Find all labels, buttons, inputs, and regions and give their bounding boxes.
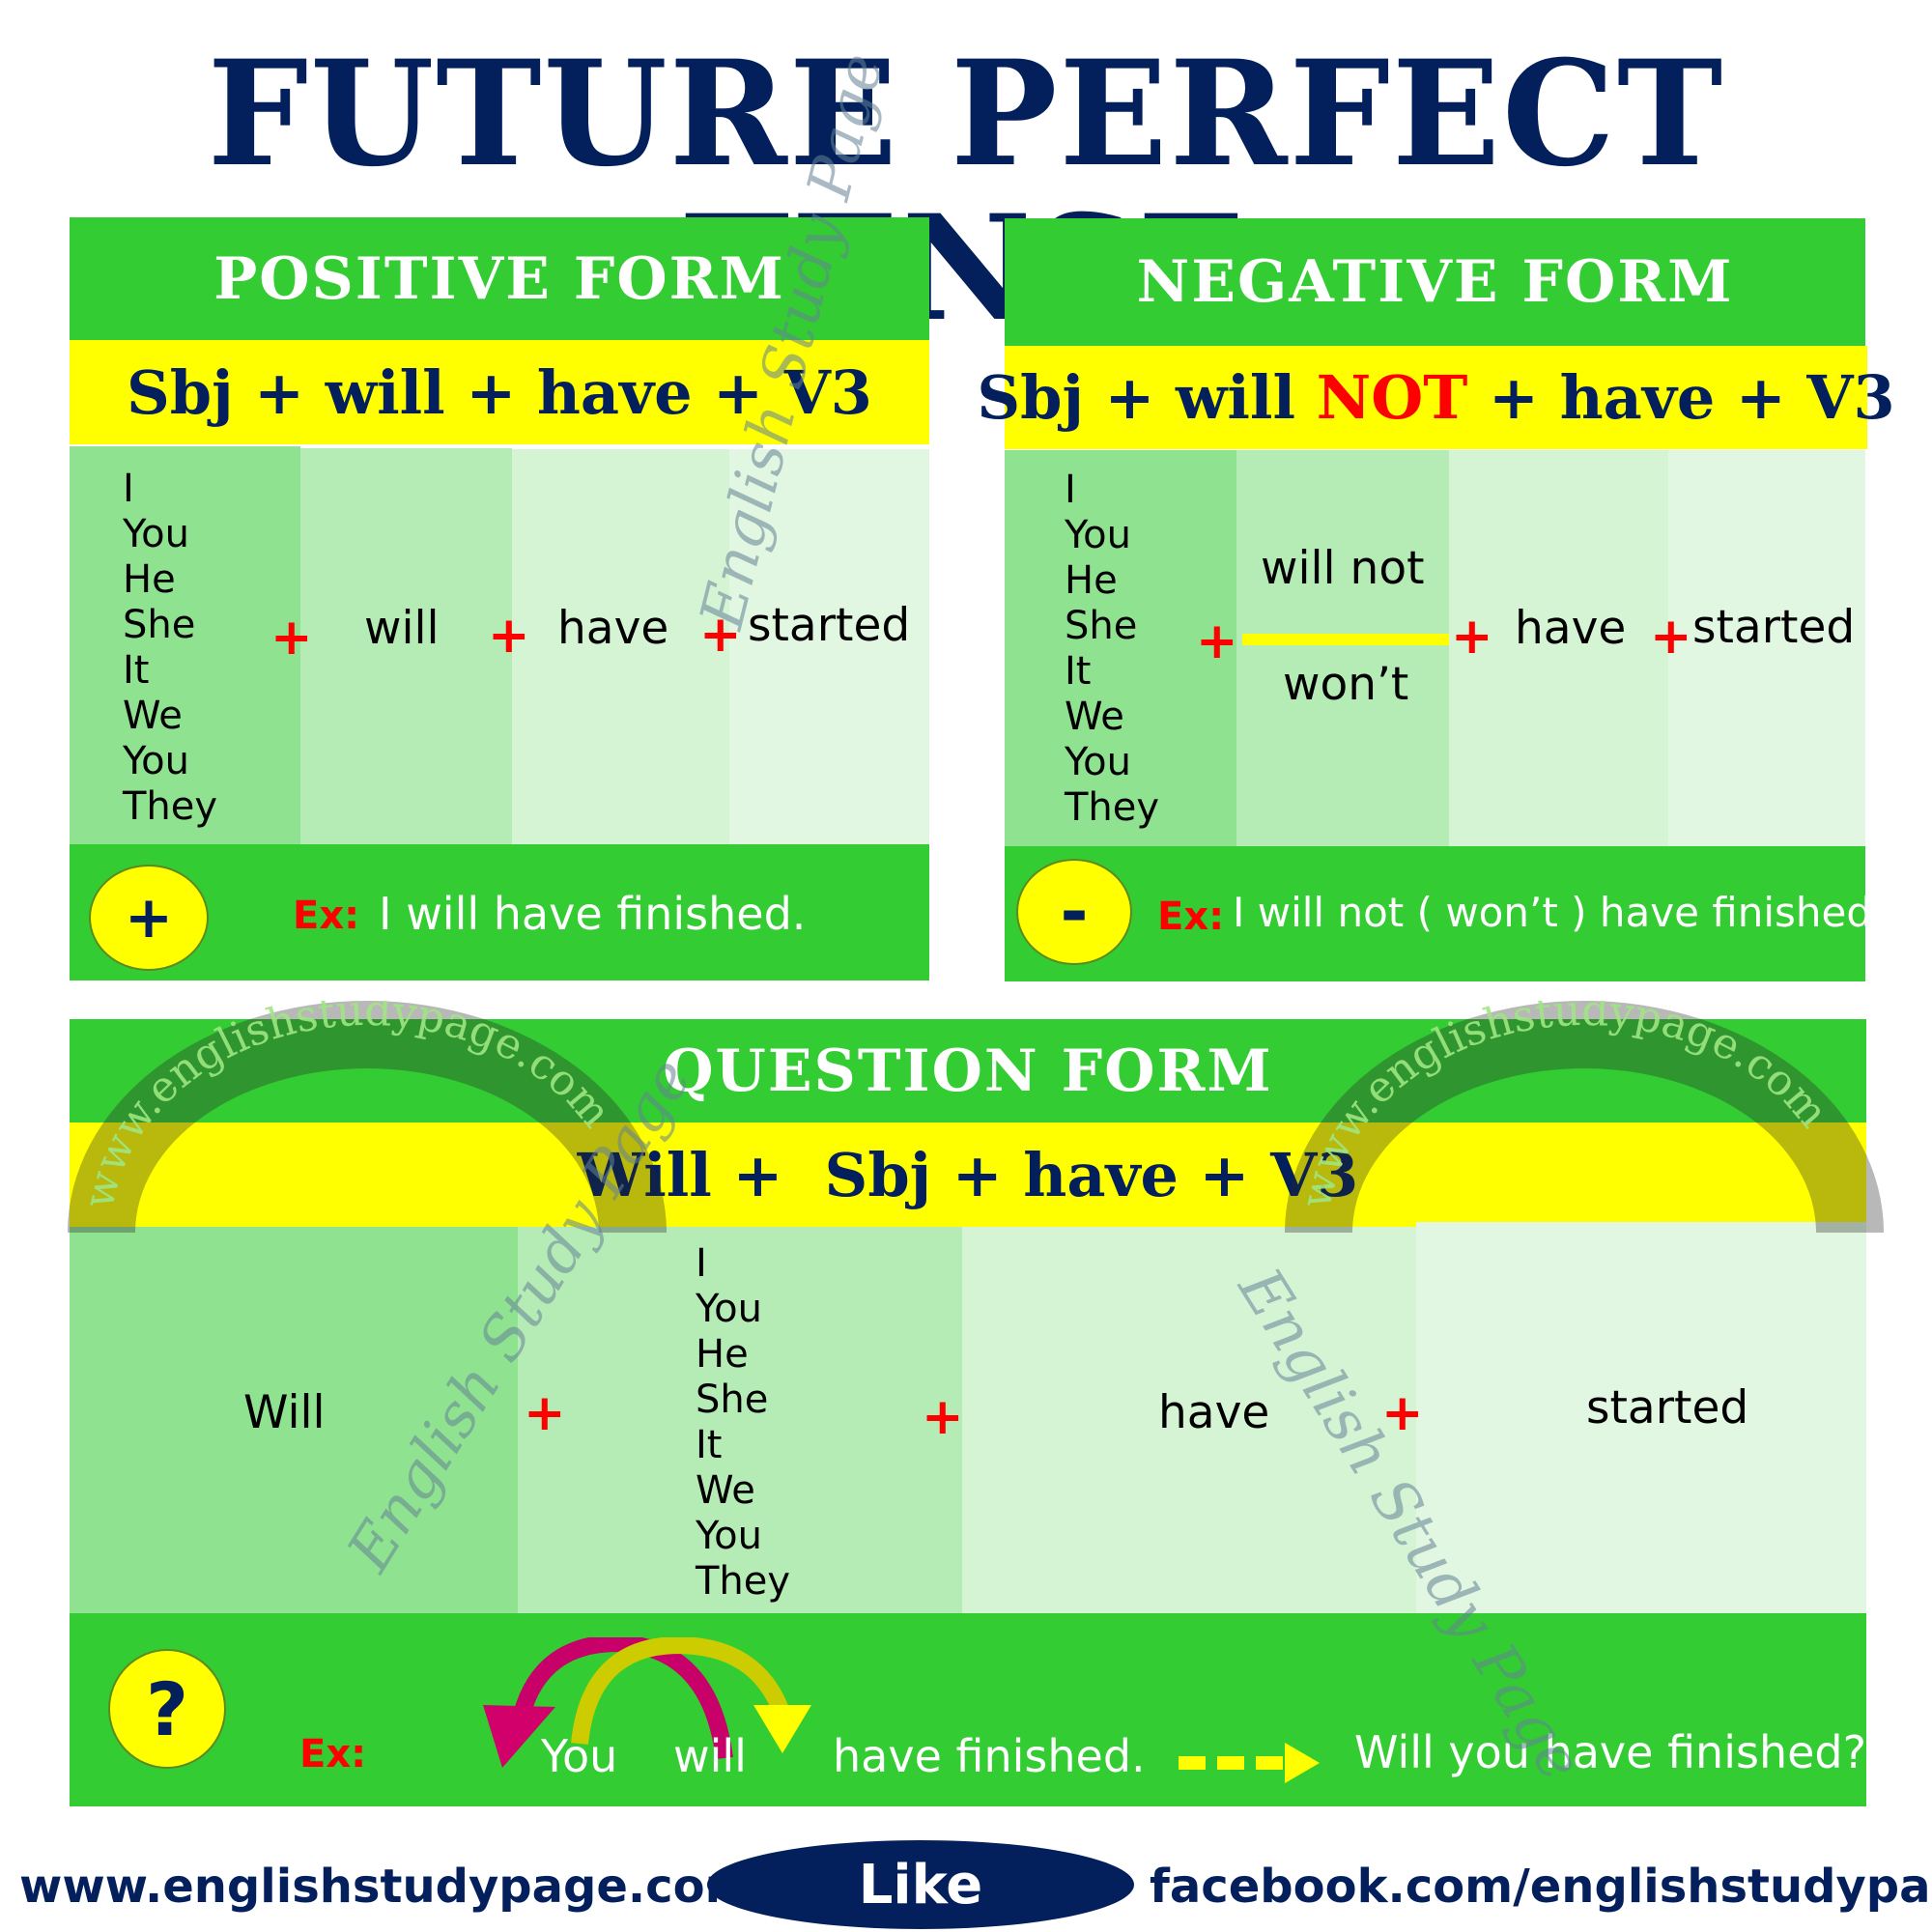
subject-item: He [696, 1332, 749, 1377]
verb-word: started [1586, 1381, 1749, 1435]
example-label: Ex: [293, 894, 360, 938]
question-mark-icon: ? [108, 1649, 226, 1769]
subject-item: They [123, 784, 218, 829]
dashed-arrow-right-icon [1179, 1743, 1320, 1783]
question-example-word-will: will [673, 1730, 747, 1782]
plus-sign: + [1650, 608, 1692, 666]
subject-item: I [1065, 468, 1076, 512]
subject-item: We [696, 1468, 755, 1513]
like-button[interactable]: Like [707, 1840, 1134, 1929]
plus-sign: + [922, 1388, 964, 1446]
positive-example: I will have finished. [379, 888, 807, 940]
subject-item: It [696, 1423, 723, 1467]
plus-sign: + [1451, 608, 1493, 666]
negative-form-panel: NEGATIVE FORM Sbj + will NOT + have + V3… [977, 218, 1895, 981]
question-example-rest: have finished. [833, 1730, 1146, 1782]
subject-item: You [1065, 513, 1131, 557]
subject-item: We [1065, 695, 1124, 739]
subject-item: He [123, 557, 176, 602]
plus-sign: + [270, 609, 313, 667]
have-word: have [1515, 602, 1627, 655]
minus-icon: - [1016, 859, 1132, 965]
aux-wont: won’t [1283, 658, 1409, 711]
plus-sign: + [488, 607, 530, 665]
have-word: have [1158, 1386, 1270, 1439]
plus-sign: + [524, 1384, 566, 1442]
formula-part: Sbj + will [977, 362, 1317, 433]
verb-word: started [1692, 601, 1856, 654]
subject-item: It [1065, 649, 1092, 694]
subject-item: She [1065, 604, 1138, 648]
subject-item: You [123, 739, 189, 783]
subject-item: He [1065, 558, 1118, 603]
subject-list: I You He She It We You They [123, 467, 217, 830]
swap-arrows-icon [483, 1637, 811, 1768]
formula-not: NOT [1316, 362, 1468, 433]
aux-column [1236, 450, 1449, 846]
yellow-arrowhead [753, 1705, 811, 1753]
page-title: FUTURE PERFECT TENSE [207, 29, 1725, 354]
negative-example: I will not ( won’t ) have finished. [1233, 889, 1886, 936]
website-link[interactable]: www.englishstudypage.com [19, 1860, 753, 1914]
subject-item: I [123, 467, 134, 511]
question-example-word-you: You [541, 1730, 618, 1782]
formula-part: + have + V3 [1467, 362, 1895, 433]
subject-item: You [696, 1287, 762, 1331]
example-label: Ex: [299, 1732, 367, 1776]
have-word: have [557, 602, 669, 655]
question-example-result: Will you have finished? [1354, 1726, 1867, 1778]
verb-word: started [748, 599, 911, 652]
subject-item: I [696, 1241, 707, 1286]
aux-will-not: will not [1261, 542, 1425, 595]
subject-item: You [696, 1514, 762, 1558]
plus-icon: + [89, 865, 209, 971]
plus-sign: + [1196, 612, 1238, 670]
negative-form-heading: NEGATIVE FORM [1005, 218, 1865, 346]
subject-item: It [123, 648, 150, 693]
negative-formula: Sbj + will NOT + have + V3 [977, 346, 1895, 449]
subject-list: I You He She It We You They [1065, 468, 1159, 831]
subject-item: She [696, 1378, 769, 1422]
aux-will: will [364, 602, 440, 655]
facebook-link[interactable]: facebook.com/englishstudypage [1150, 1860, 1932, 1914]
subject-item: We [123, 694, 183, 738]
example-label: Ex: [1157, 895, 1225, 939]
aux-will: Will [243, 1386, 326, 1439]
divider-line [1242, 634, 1449, 645]
subject-item: You [1065, 740, 1131, 784]
subject-item: She [123, 603, 196, 647]
subject-item: You [123, 512, 189, 556]
subject-list: I You He She It We You They [696, 1241, 790, 1605]
subject-item: They [1065, 785, 1160, 830]
arc-watermark-right: www.englishstudypage.com [1285, 1001, 1884, 1233]
subject-item: They [696, 1559, 791, 1604]
